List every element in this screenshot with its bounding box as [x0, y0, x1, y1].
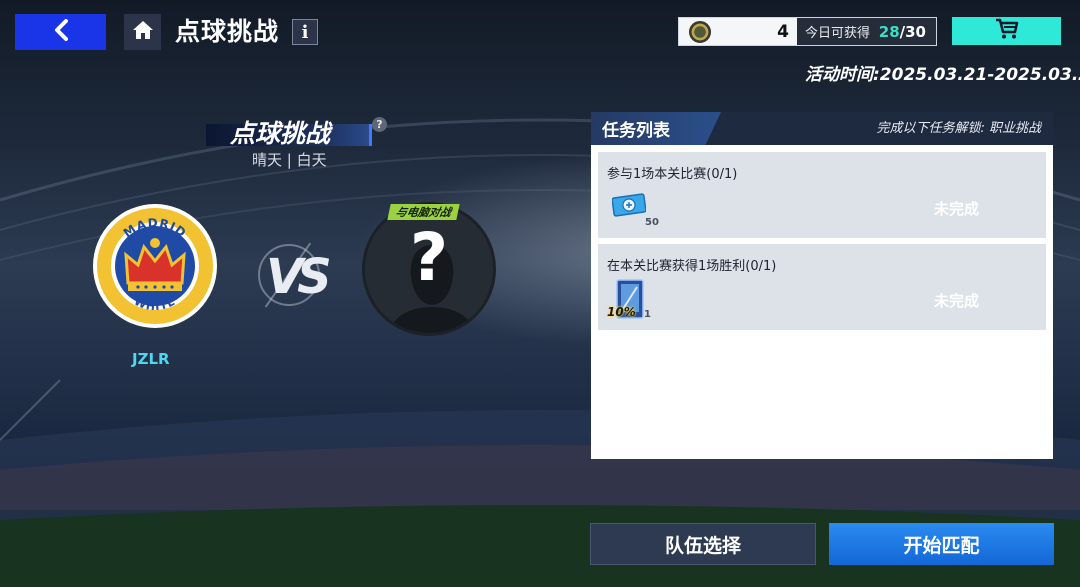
cart-icon: [995, 18, 1019, 44]
daily-limit: 今日可获得 28/30: [797, 18, 936, 45]
coin-icon: [689, 20, 711, 43]
task-item: 参与1场本关比赛(0/1) 50 未完成: [598, 152, 1046, 238]
task-unlock-note: 完成以下任务解锁: 职业挑战: [876, 121, 1041, 136]
match-title-banner: 点球挑战: [206, 114, 374, 148]
daily-current: 28: [878, 22, 900, 41]
match-conditions: 晴天 | 白天: [252, 151, 327, 169]
start-match-button[interactable]: 开始匹配: [829, 523, 1054, 565]
shop-button[interactable]: [952, 17, 1061, 45]
help-icon[interactable]: ?: [372, 117, 387, 132]
vs-computer-badge: 与电脑对战: [387, 204, 460, 220]
chevron-left-icon: [52, 19, 70, 45]
task-item: 在本关比赛获得1场胜利(0/1) 10% 1 未完成: [598, 244, 1046, 330]
task-panel-header: 任务列表 完成以下任务解锁: 职业挑战: [591, 112, 1053, 145]
tab-task-list[interactable]: 任务列表: [591, 112, 721, 145]
currency-display: 4 今日可获得 28/30: [678, 17, 937, 46]
back-button[interactable]: [15, 14, 106, 50]
currency-count: 4: [777, 21, 789, 42]
team-select-button[interactable]: 队伍选择: [590, 523, 816, 565]
reward-badge: 10%: [607, 305, 636, 319]
reward-count: 50: [645, 217, 659, 228]
currency-count-box: 4: [679, 18, 797, 45]
daily-limit-value: 28/30: [879, 23, 926, 41]
vs-label: VS: [266, 249, 332, 305]
home-button[interactable]: [124, 14, 161, 50]
home-team-name: JZLR: [132, 350, 170, 368]
reward-count: 1: [644, 309, 651, 320]
task-status: 未完成: [934, 292, 980, 310]
task-description: 在本关比赛获得1场胜利(0/1): [607, 259, 777, 274]
event-time: 活动时间:2025.03.21-2025.03.28: [805, 65, 1080, 85]
daily-max: /30: [899, 22, 926, 41]
task-status: 未完成: [934, 200, 980, 218]
daily-limit-label: 今日可获得: [805, 26, 871, 41]
match-title: 点球挑战: [230, 119, 331, 148]
task-description: 参与1场本关比赛(0/1): [607, 167, 738, 182]
task-panel: 任务列表 完成以下任务解锁: 职业挑战 参与1场本关比赛(0/1) 50 未完成…: [591, 112, 1053, 459]
home-icon: [132, 20, 154, 44]
page-title: 点球挑战: [175, 17, 280, 46]
ticket-icon: [611, 193, 647, 217]
opponent-unknown-mark: ?: [409, 219, 449, 296]
info-button[interactable]: i: [292, 19, 318, 45]
home-team-logo: MADRID WHITE: [92, 203, 218, 329]
